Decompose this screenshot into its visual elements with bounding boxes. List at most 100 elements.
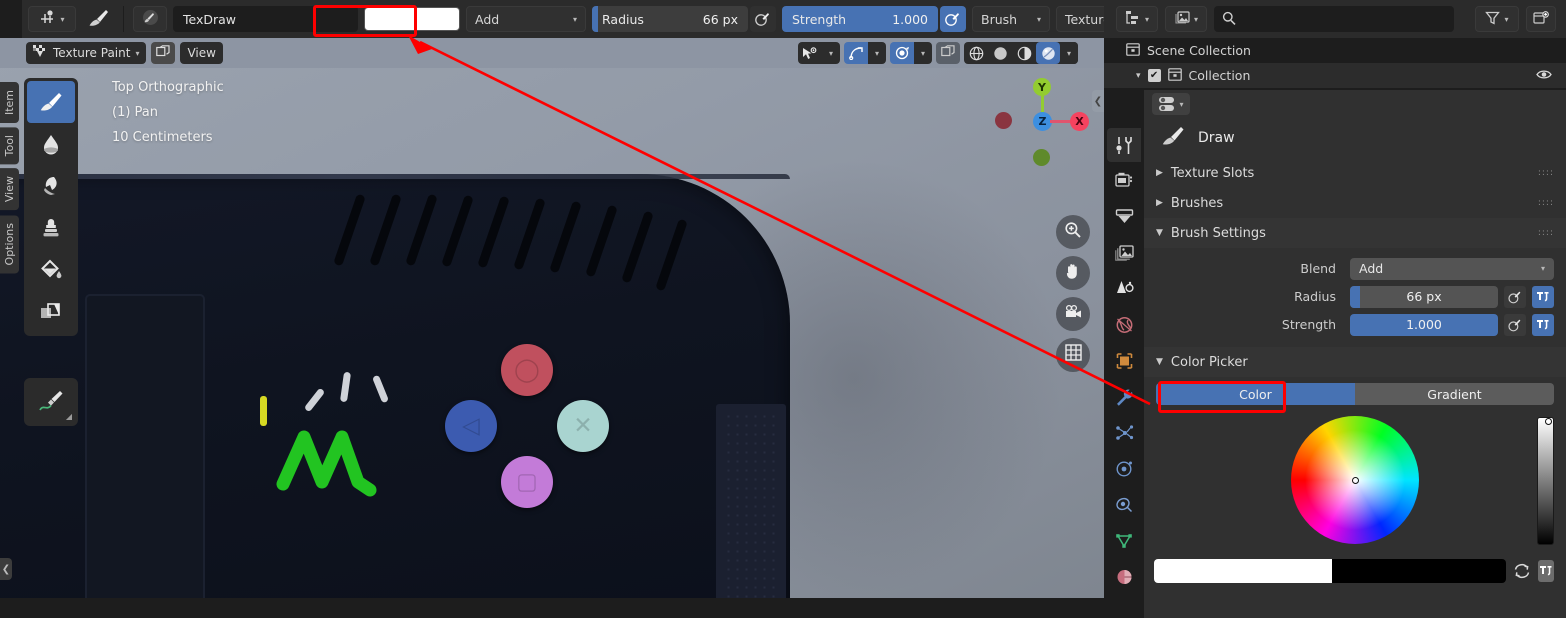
outliner-search-input[interactable] [1214, 6, 1454, 32]
properties-tab-object-data[interactable] [1107, 524, 1141, 558]
panel-color-picker[interactable]: ▼ Color Picker [1144, 347, 1566, 377]
viewport-toolbar-annotate-group[interactable]: ◢ [24, 378, 78, 426]
brush-datablock-dropdown[interactable]: Brush ▾ [972, 6, 1050, 32]
snap-dropdown[interactable]: ▾ [868, 42, 886, 64]
tool-mask[interactable] [27, 291, 75, 333]
swap-colors-button[interactable] [1513, 560, 1531, 582]
viewport-toolbar[interactable] [24, 78, 78, 336]
eye-icon[interactable] [1536, 68, 1552, 83]
pan-view-button[interactable] [1056, 256, 1090, 290]
visibility-dropdown[interactable]: ▾ [822, 42, 840, 64]
radius-slider[interactable]: 66 px [1350, 285, 1498, 308]
blend-dropdown[interactable]: Add ▾ [1350, 257, 1554, 280]
viewport-3d[interactable]: ◯ ◁ ✕ ▢ Top Orthographic (1) Pan 10 Cent… [0, 38, 1104, 618]
sidebar-tab-view[interactable]: View [0, 168, 19, 211]
gizmo-axis-neg-y[interactable] [1033, 149, 1050, 166]
viewport-left-panel-expand[interactable]: ❮ [0, 558, 12, 580]
collection-checkbox[interactable]: ✔ [1147, 69, 1161, 82]
panel-texture-slots[interactable]: ▶ Texture Slots :::: [1144, 158, 1566, 188]
tool-fill[interactable] [27, 249, 75, 291]
proportional-dropdown[interactable]: ▾ [914, 42, 932, 64]
tool-annotate[interactable]: ◢ [27, 381, 75, 423]
outliner-editor[interactable]: Scene Collection ▾ ✔ Collection [1104, 38, 1566, 90]
brush-color-swatch[interactable] [364, 7, 460, 31]
tool-smear[interactable] [27, 165, 75, 207]
sidebar-tab-tool[interactable]: Tool [0, 127, 19, 165]
radius-pressure-toggle[interactable] [1504, 285, 1526, 308]
shading-wireframe-button[interactable] [964, 42, 988, 64]
color-wheel-cursor[interactable] [1351, 476, 1359, 484]
sidebar-tab-item[interactable]: Item [0, 82, 19, 124]
properties-tab-object[interactable] [1107, 344, 1141, 378]
radius-pressure-toggle[interactable] [750, 6, 776, 32]
viewport-sidebar-tabs[interactable]: Item Tool View Options [0, 82, 20, 277]
brush-name-field[interactable]: TexDraw [173, 6, 358, 32]
zoom-view-button[interactable] [1056, 215, 1090, 249]
proportional-edit-button[interactable] [890, 42, 914, 64]
properties-tab-modifiers[interactable] [1107, 380, 1141, 414]
strength-slider[interactable]: Strength 1.000 [782, 6, 938, 32]
color-unified-toggle[interactable] [1538, 560, 1554, 582]
shading-dropdown[interactable]: ▾ [1060, 42, 1078, 64]
camera-view-button[interactable] [1056, 297, 1090, 331]
panel-brush-settings[interactable]: ▼ Brush Settings :::: [1144, 218, 1566, 248]
color-wheel-area[interactable] [1144, 413, 1566, 553]
navigation-gizmo[interactable]: Y Z X [995, 78, 1089, 166]
properties-tab-render[interactable] [1107, 164, 1141, 198]
value-slider[interactable] [1537, 417, 1554, 545]
outliner-display-mode-button[interactable]: ▾ [1116, 6, 1158, 32]
properties-tab-material[interactable] [1107, 560, 1141, 594]
primary-color-swatch[interactable] [1154, 559, 1332, 583]
color-gradient-tabs[interactable]: Color Gradient [1156, 383, 1554, 405]
strength-slider[interactable]: 1.000 [1350, 313, 1498, 336]
radius-unified-toggle[interactable] [1532, 285, 1554, 308]
properties-tab-output[interactable] [1107, 200, 1141, 234]
value-slider-cursor[interactable] [1545, 418, 1552, 425]
color-wheel[interactable] [1291, 416, 1419, 544]
properties-tab-constraints[interactable] [1107, 488, 1141, 522]
gizmo-axis-x[interactable]: X [1070, 112, 1089, 131]
tool-clone[interactable] [27, 207, 75, 249]
properties-tab-view-layer[interactable] [1107, 236, 1141, 270]
new-collection-button[interactable] [1526, 6, 1556, 32]
brush-preview-button[interactable] [133, 6, 167, 32]
blend-mode-dropdown[interactable]: Add ▾ [466, 6, 586, 32]
shading-material-button[interactable] [1012, 42, 1036, 64]
object-visibility-button[interactable] [798, 42, 822, 64]
properties-tab-tool[interactable] [1107, 128, 1141, 162]
shading-solid-button[interactable] [988, 42, 1012, 64]
properties-tab-physics[interactable] [1107, 452, 1141, 486]
strength-unified-toggle[interactable] [1532, 313, 1554, 336]
outliner-row-scene-collection[interactable]: Scene Collection [1104, 38, 1566, 63]
overlays-button[interactable] [936, 42, 960, 64]
sidebar-tab-options[interactable]: Options [0, 214, 19, 273]
viewport-sidebar-collapse[interactable]: ❮ [1092, 90, 1104, 112]
search-field[interactable] [1242, 12, 1446, 26]
outliner-row-collection[interactable]: ▾ ✔ Collection [1104, 63, 1566, 88]
properties-tab-column[interactable] [1104, 90, 1144, 618]
secondary-color-swatch[interactable] [1332, 559, 1506, 583]
properties-editor[interactable]: ▾ Draw ▶ Texture Slots :::: ▶ Brushes ::… [1104, 90, 1566, 618]
tool-draw[interactable] [27, 81, 75, 123]
strength-pressure-toggle[interactable] [1504, 313, 1526, 336]
panel-brushes[interactable]: ▶ Brushes :::: [1144, 188, 1566, 218]
active-tool-brush-icon-button[interactable] [82, 6, 114, 32]
duplicate-button[interactable] [151, 42, 176, 64]
outliner-filter-id-button[interactable]: ▾ [1165, 6, 1207, 32]
mode-selector-button[interactable]: Texture Paint ▾ [26, 42, 147, 64]
gizmo-axis-neg-x[interactable] [995, 112, 1012, 129]
tab-gradient[interactable]: Gradient [1355, 383, 1554, 405]
tool-soften[interactable] [27, 123, 75, 165]
tab-color[interactable]: Color [1156, 383, 1355, 405]
strength-pressure-toggle[interactable] [940, 6, 966, 32]
properties-tab-world[interactable] [1107, 308, 1141, 342]
shading-rendered-button[interactable] [1036, 42, 1060, 64]
snap-toggle-button[interactable] [844, 42, 868, 64]
properties-tab-particles[interactable] [1107, 416, 1141, 450]
outliner-filter-button[interactable]: ▾ [1475, 6, 1519, 32]
editor-type-button[interactable]: ▾ [28, 6, 76, 32]
triangle-down-icon[interactable]: ▾ [1136, 71, 1141, 81]
radius-slider[interactable]: Radius 66 px [592, 6, 748, 32]
toggle-orthographic-button[interactable] [1056, 338, 1090, 372]
view-menu-button[interactable]: View [180, 42, 223, 64]
